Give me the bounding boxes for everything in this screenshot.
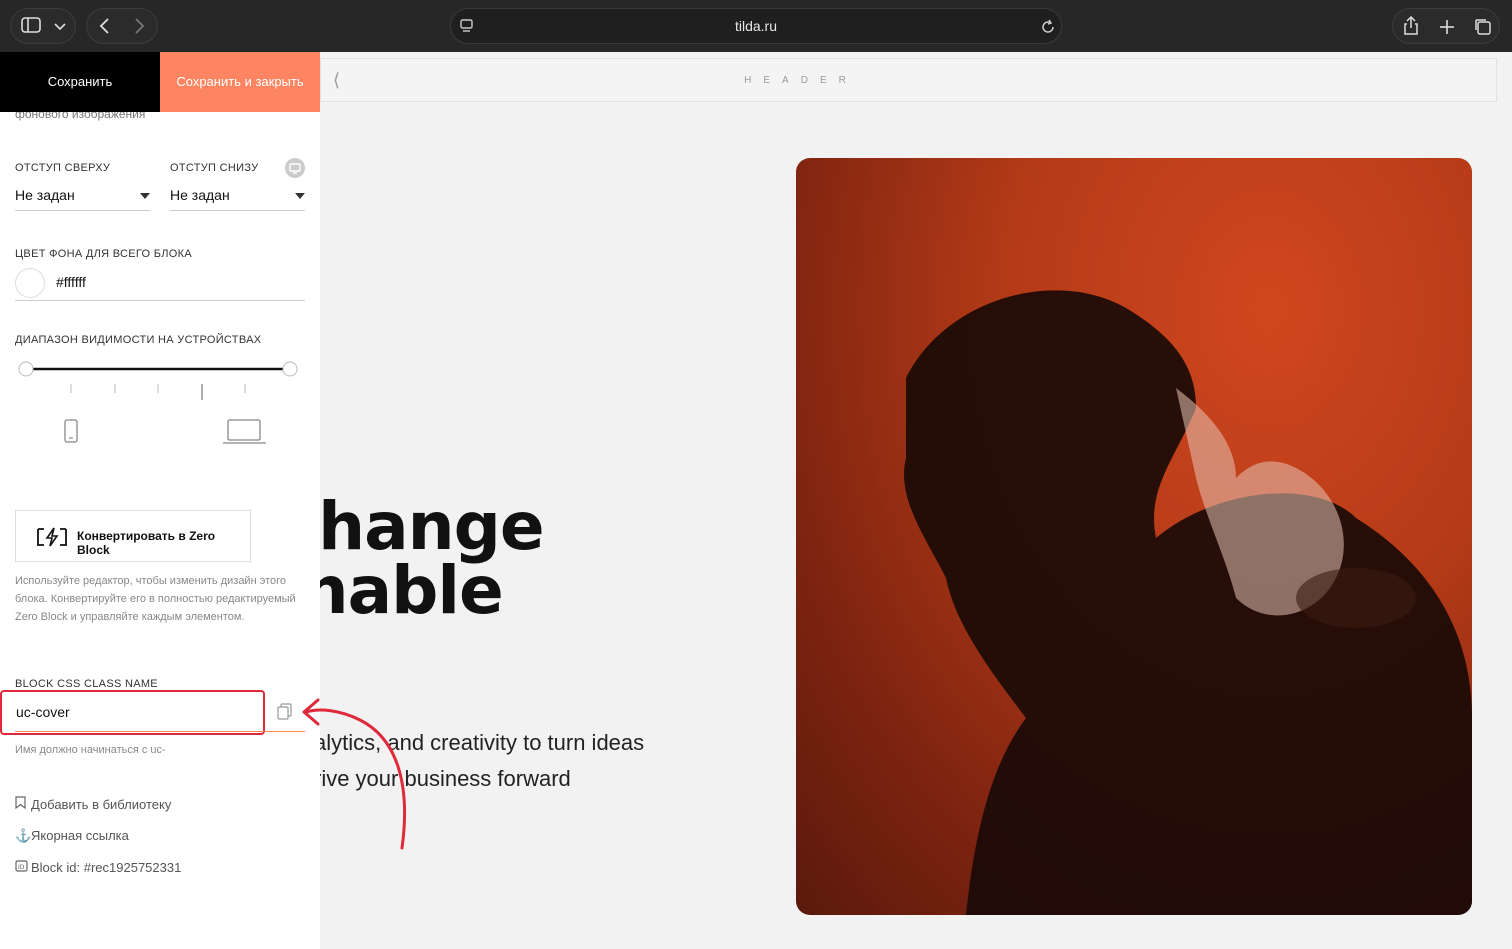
bookmark-icon: [15, 796, 31, 812]
forward-icon[interactable]: [133, 18, 145, 34]
css-class-label: BLOCK CSS CLASS NAME: [15, 678, 158, 690]
headline-line-2: inable: [320, 552, 504, 629]
new-tab-icon[interactable]: [1438, 18, 1456, 36]
anchor-link-label: Якорная ссылка: [31, 828, 129, 843]
copy-icon[interactable]: [276, 703, 294, 721]
share-icon[interactable]: [1402, 16, 1420, 36]
padding-top-label: ОТСТУП СВЕРХУ: [15, 162, 111, 174]
save-button[interactable]: Сохранить: [0, 52, 160, 112]
address-bar[interactable]: tilda.ru: [450, 8, 1062, 44]
sidebar-icon: [21, 17, 41, 33]
block-id-label: Block id: #rec1925752331: [31, 860, 182, 875]
add-to-library-label: Добавить в библиотеку: [31, 797, 172, 812]
add-to-library-link[interactable]: Добавить в библиотеку: [15, 796, 171, 812]
header-placeholder: ⟨ HEADER: [320, 58, 1497, 102]
padding-bottom-label: ОТСТУП СНИЗУ: [170, 162, 259, 174]
browser-toolbar: tilda.ru: [0, 0, 1512, 52]
cover-photo: [796, 158, 1472, 915]
url-text: tilda.ru: [734, 18, 778, 34]
css-class-hint: Имя должно начинаться с uc-: [15, 744, 166, 756]
reload-icon[interactable]: [1040, 19, 1056, 35]
sidebar-toggle-button[interactable]: [10, 8, 76, 44]
subheadline-line-1: alytics, and creativity to turn ideas: [320, 730, 645, 755]
page-preview: ⟨ HEADER change inable alytics, and crea…: [320, 52, 1512, 949]
zero-help-text-2: блока. Конвертируйте его в полностью ред…: [15, 593, 296, 605]
toolbar-actions: [1392, 8, 1500, 44]
settings-panel: фонового изображения Сохранить Сохранить…: [0, 52, 320, 949]
visibility-label: ДИАПАЗОН ВИДИМОСТИ НА УСТРОЙСТВАХ: [15, 334, 262, 346]
input-underline: [15, 731, 305, 732]
padding-bottom-value: Не задан: [170, 187, 230, 203]
zero-help-text-1: Используйте редактор, чтобы изменить диз…: [15, 575, 286, 587]
tabs-overview-icon[interactable]: [1473, 17, 1493, 37]
bg-color-field[interactable]: #ffffff: [15, 267, 305, 301]
chevron-down-icon: [140, 193, 150, 199]
mobile-icon: [64, 419, 78, 443]
padding-bottom-select[interactable]: Не задан: [170, 183, 305, 211]
save-and-close-button[interactable]: Сохранить и закрыть: [160, 52, 320, 112]
header-label: HEADER: [744, 75, 858, 86]
css-class-input[interactable]: uc-cover: [0, 690, 265, 735]
padding-top-value: Не задан: [15, 187, 75, 203]
bg-color-value: #ffffff: [56, 274, 86, 290]
zero-help-text-3: Zero Block и управляйте каждым элементом…: [15, 611, 245, 623]
bg-color-label: ЦВЕТ ФОНА ДЛЯ ВСЕГО БЛОКА: [15, 248, 192, 260]
convert-zero-block-button[interactable]: Конвертировать в Zero Block: [15, 510, 251, 562]
device-icon[interactable]: [285, 158, 305, 178]
block-id-row: ID Block id: #rec1925752331: [15, 860, 181, 875]
id-icon: ID: [15, 860, 31, 875]
chevron-down-icon: [295, 193, 305, 199]
svg-text:ID: ID: [18, 864, 25, 871]
color-swatch[interactable]: [15, 268, 45, 298]
anchor-link-row[interactable]: ⚓Якорная ссылка: [15, 828, 129, 844]
visibility-range-slider[interactable]: [10, 358, 310, 458]
convert-zero-block-label: Конвертировать в Zero Block: [77, 529, 216, 557]
padding-top-select[interactable]: Не задан: [15, 183, 150, 211]
person-silhouette: [904, 290, 1472, 915]
nav-buttons: [86, 8, 158, 44]
css-class-value: uc-cover: [16, 704, 70, 720]
back-icon[interactable]: [99, 18, 111, 34]
chevron-down-icon: [54, 23, 66, 31]
anchor-icon: ⚓: [15, 828, 32, 843]
laptop-icon: [223, 419, 266, 444]
lightning-icon: [37, 527, 67, 547]
subheadline-line-2: rive your business forward: [320, 766, 571, 791]
